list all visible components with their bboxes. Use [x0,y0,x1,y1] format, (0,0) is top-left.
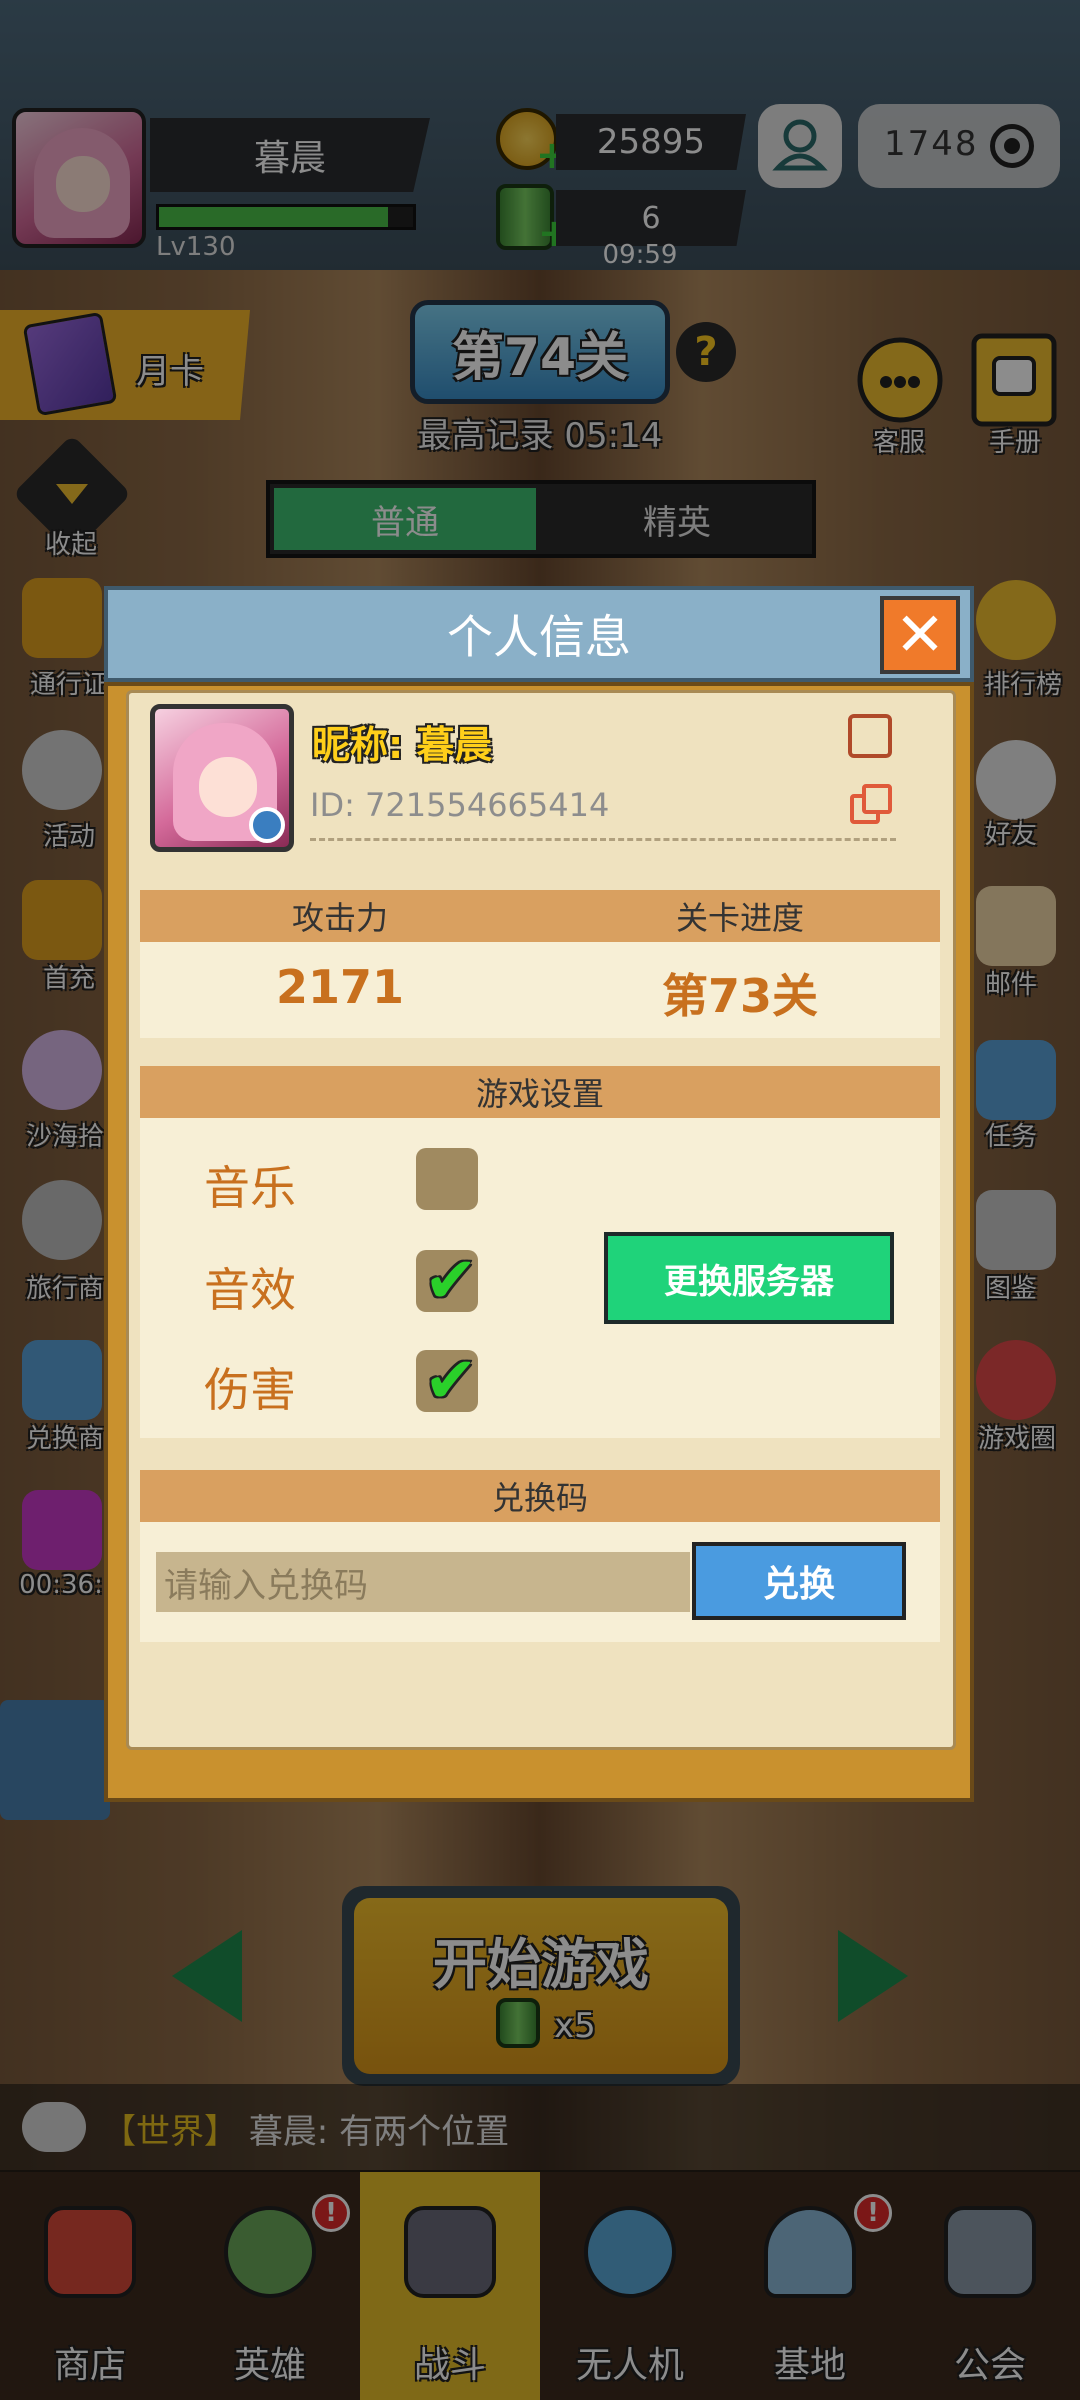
profile-nickname: 昵称: 暮晨 [312,723,493,767]
progress-value: 第73关 [661,969,818,1023]
stats-body: 2171 第73关 [140,942,940,1038]
music-label: 音乐 [204,1161,296,1215]
avatar-settings-icon[interactable] [249,807,285,843]
edit-icon[interactable] [848,714,892,758]
check-icon: ✔ [424,1244,478,1318]
damage-checkbox[interactable]: ✔ [416,1344,478,1418]
profile-avatar-face [199,757,257,817]
sfx-label: 音效 [204,1263,296,1317]
sfx-checkbox[interactable]: ✔ [416,1244,478,1318]
switch-server-button[interactable]: 更换服务器 [604,1232,894,1324]
id-divider [310,838,896,841]
redeem-code-input[interactable]: 请输入兑换码 [156,1552,690,1612]
attack-value: 2171 [275,960,405,1014]
redeem-button[interactable]: 兑换 [692,1542,906,1620]
copy-icon[interactable] [850,784,892,826]
copy-icon-front [862,784,892,814]
progress-header: 关卡进度 [675,899,804,937]
settings-header: 游戏设置 [140,1066,940,1118]
profile-avatar[interactable] [150,704,294,852]
damage-label: 伤害 [204,1363,296,1417]
redeem-header: 兑换码 [140,1470,940,1522]
check-icon: ✔ [424,1344,478,1418]
music-checkbox[interactable] [416,1148,478,1210]
modal-title: 个人信息 [447,610,631,664]
profile-id: ID: 721554665414 [310,786,610,824]
attack-header: 攻击力 [291,899,388,937]
close-button[interactable]: ✕ [880,596,960,674]
stats-header-row: 攻击力 关卡进度 [140,890,940,942]
modal-header: 个人信息 ✕ [104,586,974,682]
